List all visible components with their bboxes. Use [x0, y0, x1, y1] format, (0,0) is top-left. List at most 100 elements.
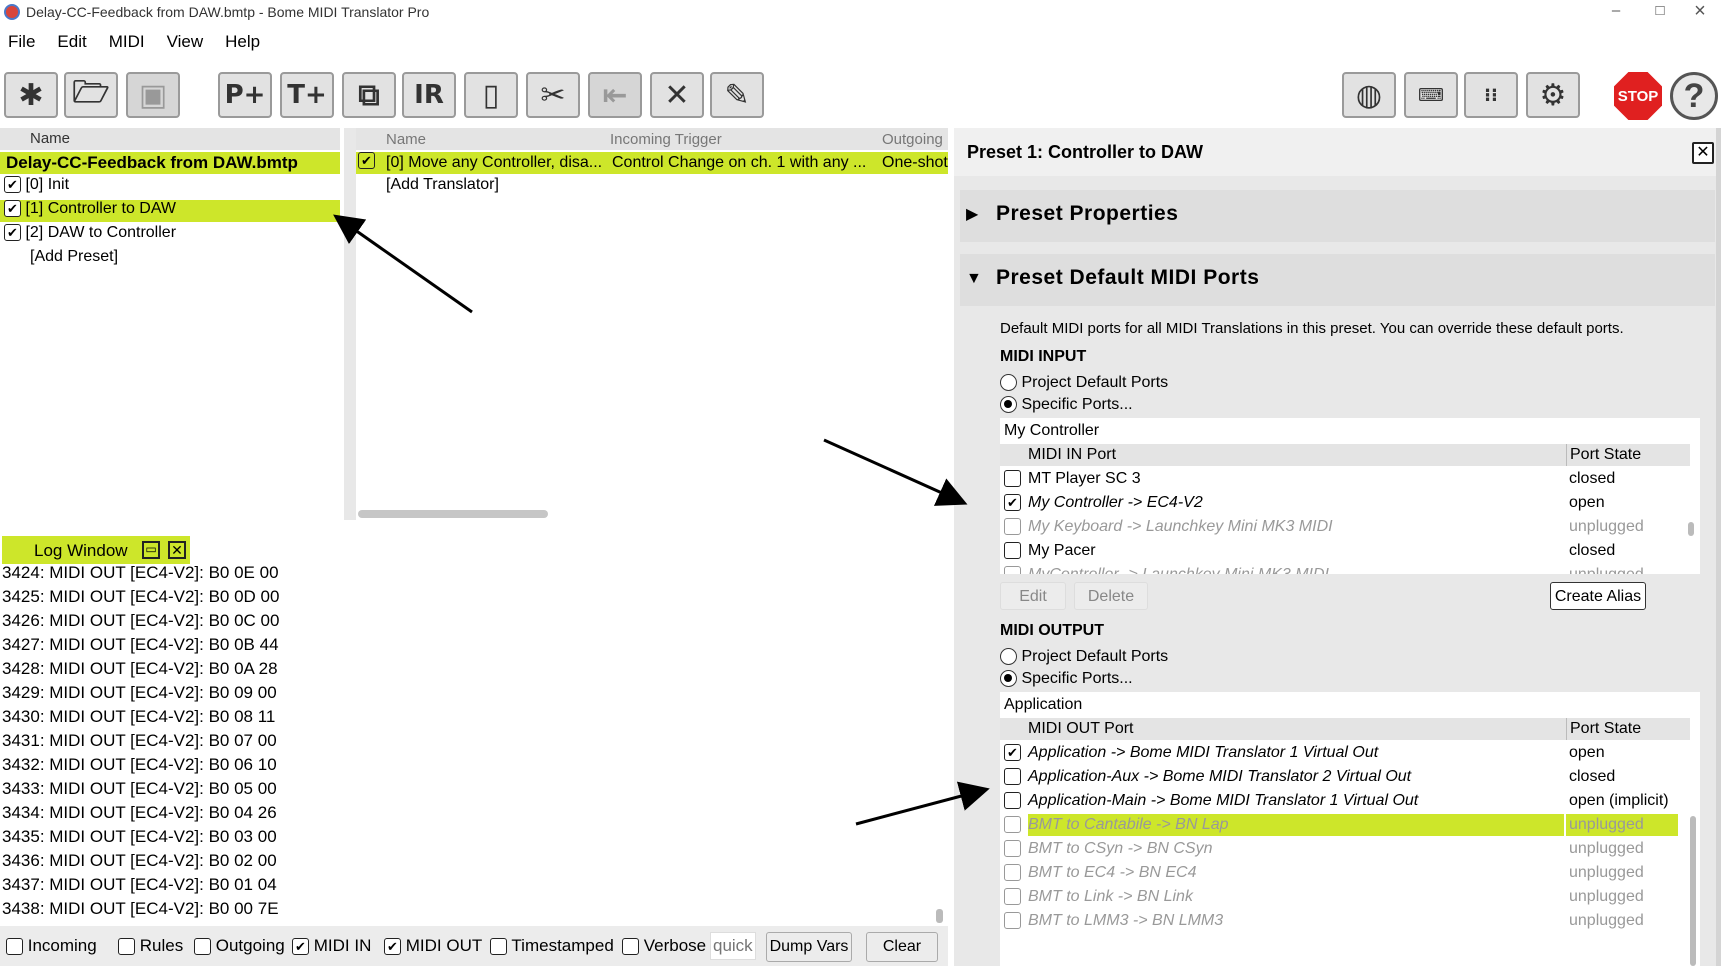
port-checkbox[interactable] — [1004, 542, 1021, 559]
col-name[interactable]: Name — [386, 131, 426, 148]
midi-in-scrollbar[interactable] — [1688, 522, 1694, 536]
quick-filter-input[interactable] — [710, 932, 756, 960]
port-row[interactable]: MyController -> Launchkey Mini MK3 MIDI u… — [1000, 564, 1690, 574]
col-midi-in-port[interactable]: MIDI IN Port — [1028, 446, 1116, 464]
col-port-state[interactable]: Port State — [1566, 444, 1641, 466]
preset-item-2[interactable]: ✔ [2] DAW to Controller — [4, 224, 176, 246]
port-checkbox[interactable] — [1004, 888, 1021, 905]
port-row[interactable]: BMT to CSyn -> BN CSyn unplugged — [1000, 838, 1690, 860]
translator-row[interactable]: ✔ [0] Move any Controller, disa... Contr… — [356, 152, 948, 174]
menu-edit[interactable]: Edit — [57, 32, 86, 52]
close-properties-icon[interactable]: ✕ — [1692, 142, 1714, 164]
checkbox[interactable] — [622, 938, 639, 956]
menu-midi[interactable]: MIDI — [109, 32, 145, 52]
port-checkbox[interactable]: ✔ — [1004, 744, 1021, 761]
cut-icon[interactable]: ✂ — [526, 72, 580, 118]
filter-midi-in-checkbox[interactable]: ✔ MIDI IN — [292, 936, 371, 956]
port-row[interactable]: BMT to EC4 -> BN EC4 unplugged — [1000, 862, 1690, 884]
undock-icon[interactable]: ▭ — [142, 541, 160, 559]
horizontal-scrollbar[interactable] — [358, 510, 548, 518]
close-log-icon[interactable]: ✕ — [168, 541, 186, 559]
filter-rules-checkbox[interactable]: Rules — [118, 936, 183, 956]
midi-out-scrollbar[interactable] — [1690, 816, 1696, 966]
clear-button[interactable]: Clear — [866, 932, 938, 962]
preset-item-0[interactable]: ✔ [0] Init — [4, 176, 69, 198]
duplicate-icon[interactable]: ⧉ — [342, 72, 396, 118]
menu-view[interactable]: View — [167, 32, 204, 52]
filter-incoming-checkbox[interactable]: Incoming — [6, 936, 97, 956]
port-checkbox[interactable]: ✔ — [1004, 494, 1021, 511]
add-translator-icon[interactable]: T+ — [280, 72, 334, 118]
add-preset-icon[interactable]: P+ — [218, 72, 272, 118]
new-project-icon[interactable]: ✱ — [4, 72, 58, 118]
port-checkbox[interactable] — [1004, 840, 1021, 857]
help-icon[interactable]: ? — [1670, 72, 1718, 120]
menu-help[interactable]: Help — [225, 32, 260, 52]
port-row[interactable]: My Pacer closed — [1000, 540, 1690, 562]
open-folder-icon[interactable]: 🗁 — [64, 72, 118, 118]
dump-vars-button[interactable]: Dump Vars — [766, 932, 852, 962]
preset-item-1[interactable]: ✔ [1] Controller to DAW — [0, 200, 340, 222]
port-checkbox[interactable] — [1004, 792, 1021, 809]
filter-midi-out-checkbox[interactable]: ✔ MIDI OUT — [384, 936, 482, 956]
close-button[interactable]: × — [1680, 0, 1720, 22]
port-row[interactable]: ✔ My Controller -> EC4-V2 open — [1000, 492, 1690, 514]
port-row[interactable]: Application-Aux -> Bome MIDI Translator … — [1000, 766, 1690, 788]
input-specific-ports-radio[interactable]: Specific Ports... — [1000, 396, 1133, 414]
delete-alias-button[interactable]: Delete — [1074, 582, 1148, 610]
output-project-default-radio[interactable]: Project Default Ports — [1000, 648, 1168, 666]
incoming-rules-icon[interactable]: IR — [402, 72, 456, 118]
create-alias-button[interactable]: Create Alias — [1550, 582, 1646, 610]
minimize-button[interactable]: – — [1596, 2, 1636, 22]
filter-outgoing-checkbox[interactable]: Outgoing — [194, 936, 285, 956]
section-default-ports[interactable]: ▼ Preset Default MIDI Ports — [960, 254, 1715, 306]
col-outgoing[interactable]: Outgoing — [882, 131, 943, 148]
port-row[interactable]: BMT to Link -> BN Link unplugged — [1000, 886, 1690, 908]
stop-icon[interactable]: STOP — [1614, 72, 1662, 120]
port-row[interactable]: My Keyboard -> Launchkey Mini MK3 MIDI un… — [1000, 516, 1690, 538]
port-checkbox[interactable] — [1004, 566, 1021, 574]
port-row[interactable]: BMT to Cantabile -> BN Lap unplugged — [1000, 814, 1690, 836]
add-preset[interactable]: [Add Preset] — [30, 248, 118, 270]
paste-icon[interactable]: ⇤ — [588, 72, 642, 118]
log-scrollbar[interactable] — [936, 909, 943, 923]
properties-scrollbar[interactable] — [1716, 128, 1721, 966]
port-row[interactable]: MT Player SC 3 closed — [1000, 468, 1690, 490]
checkbox[interactable] — [194, 938, 211, 956]
port-checkbox[interactable] — [1004, 768, 1021, 785]
col-port-state[interactable]: Port State — [1566, 718, 1641, 740]
port-row[interactable]: ✔ Application -> Bome MIDI Translator 1 V… — [1000, 742, 1690, 764]
copy-icon[interactable]: ▯ — [464, 72, 518, 118]
add-translator[interactable]: [Add Translator] — [386, 176, 499, 198]
save-icon[interactable]: ▣ — [126, 72, 180, 118]
col-incoming[interactable]: Incoming Trigger — [610, 131, 722, 148]
translator-checkbox[interactable]: ✔ — [358, 152, 375, 170]
splitter[interactable] — [344, 128, 356, 520]
keystroke-icon[interactable]: ⌨ — [1404, 72, 1458, 118]
port-row[interactable]: BMT to LMM3 -> BN LMM3 unplugged — [1000, 910, 1690, 932]
midi-ports-icon[interactable]: ◍ — [1342, 72, 1396, 118]
port-checkbox[interactable] — [1004, 470, 1021, 487]
preset-checkbox[interactable]: ✔ — [4, 224, 21, 242]
port-checkbox[interactable] — [1004, 864, 1021, 881]
edit-alias-button[interactable]: Edit — [1000, 582, 1066, 610]
menu-file[interactable]: File — [8, 32, 35, 52]
settings-gear-icon[interactable]: ⚙ — [1526, 72, 1580, 118]
port-checkbox[interactable] — [1004, 518, 1021, 535]
checkbox[interactable]: ✔ — [292, 938, 309, 956]
col-midi-out-port[interactable]: MIDI OUT Port — [1028, 720, 1134, 738]
checkbox[interactable]: ✔ — [384, 938, 401, 956]
rename-pencil-icon[interactable]: ✎ — [710, 72, 764, 118]
preset-name-header[interactable]: Name — [0, 128, 340, 150]
port-checkbox[interactable] — [1004, 816, 1021, 833]
output-specific-ports-radio[interactable]: Specific Ports... — [1000, 670, 1133, 688]
input-project-default-radio[interactable]: Project Default Ports — [1000, 374, 1168, 392]
preset-checkbox[interactable]: ✔ — [4, 200, 21, 218]
filter-timestamped-checkbox[interactable]: Timestamped — [490, 936, 614, 956]
port-row[interactable]: Application-Main -> Bome MIDI Translator… — [1000, 790, 1690, 812]
checkbox[interactable] — [6, 938, 23, 956]
section-preset-properties[interactable]: ▶ Preset Properties — [960, 190, 1715, 242]
port-checkbox[interactable] — [1004, 912, 1021, 929]
filter-verbose-checkbox[interactable]: Verbose — [622, 936, 706, 956]
preset-checkbox[interactable]: ✔ — [4, 176, 21, 194]
